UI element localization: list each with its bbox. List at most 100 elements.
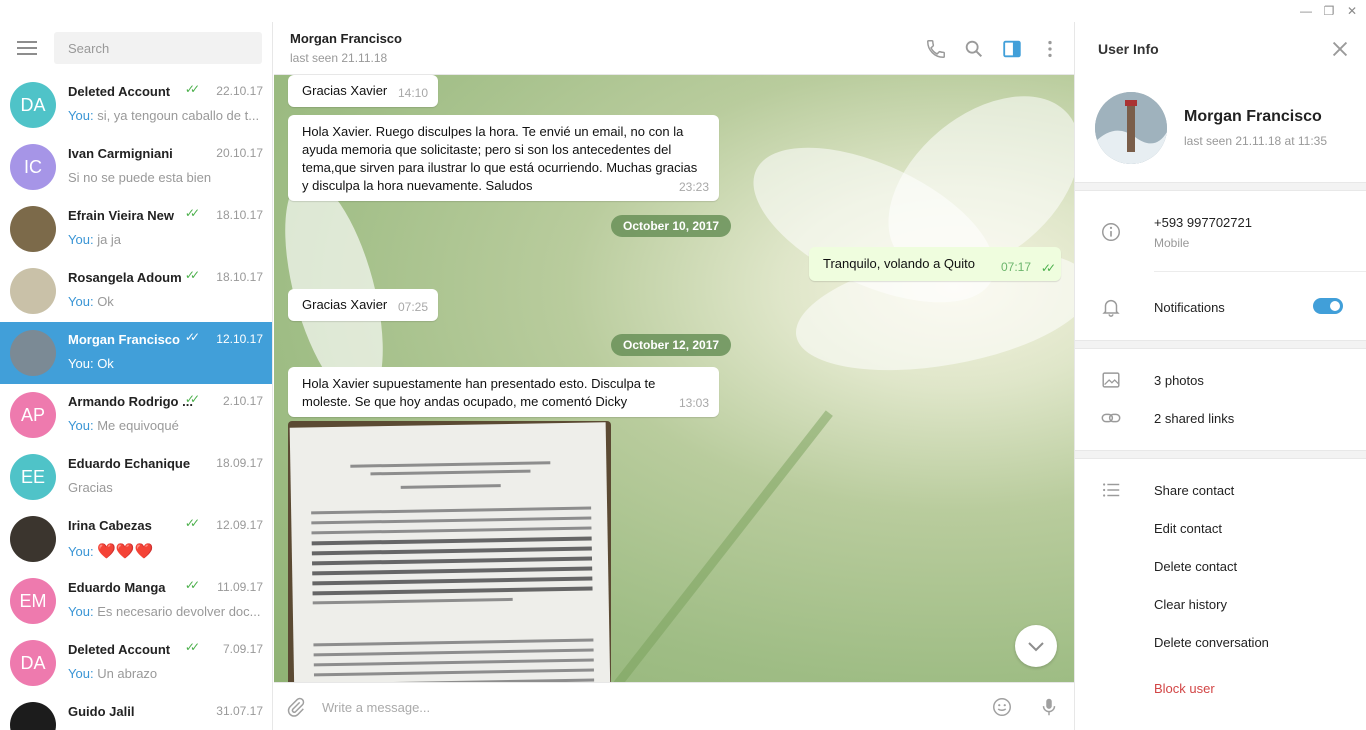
photo-attachment[interactable] (288, 421, 611, 682)
date-separator: October 10, 2017 (611, 215, 732, 237)
chat-preview: You: Es necesario devolver doc... (68, 604, 264, 619)
more-options-icon[interactable] (1039, 38, 1061, 60)
info-icon (1102, 223, 1120, 241)
you-label: You: (68, 356, 94, 371)
conversation-header[interactable]: Morgan Francisco last seen 21.11.18 (274, 22, 1074, 75)
maximize-icon[interactable]: ❐ (1319, 2, 1339, 20)
chat-preview-text: si, ya tengoun caballo de t... (97, 108, 260, 123)
chat-list-item[interactable]: Guido Jalil31.07.17me avisas para llamar… (0, 694, 272, 730)
chat-name: Efrain Vieira New (68, 208, 174, 223)
shared-links[interactable]: 2 shared links (1154, 411, 1234, 426)
action-edit-contact[interactable]: Edit contact (1154, 521, 1222, 536)
profile-last-seen: last seen 21.11.18 at 11:35 (1184, 134, 1327, 148)
chat-list-item[interactable]: Efrain Vieira New ✓✓ 18.10.17 You: ja ja (0, 198, 272, 260)
message-bubble[interactable]: Gracias Xavier 14:10 (288, 75, 438, 107)
chevron-down-icon (1028, 642, 1044, 652)
action-share-contact[interactable]: Share contact (1154, 483, 1234, 498)
shared-photos[interactable]: 3 photos (1154, 373, 1204, 388)
chat-list-item[interactable]: Rosangela Adoum ✓✓ 18.10.17 You: Ok (0, 260, 272, 322)
message-bubble[interactable]: Gracias Xavier 07:25 (288, 289, 438, 321)
chat-preview-text: Ok (97, 294, 114, 309)
search-input[interactable] (54, 32, 262, 64)
scroll-down-button[interactable] (1015, 625, 1057, 667)
action-delete-conversation[interactable]: Delete conversation (1154, 635, 1269, 650)
chat-date: 31.07.17 (216, 704, 263, 718)
chat-name: Irina Cabezas (68, 518, 152, 533)
message-composer (274, 682, 1074, 730)
phone-number[interactable]: +593 997702721 (1154, 215, 1252, 230)
phone-icon[interactable] (925, 38, 947, 60)
wallpaper-stem (604, 410, 833, 682)
avatar: EM (10, 578, 56, 624)
sidebar-toggle-icon[interactable] (1001, 38, 1023, 60)
minimize-icon[interactable]: — (1296, 2, 1316, 20)
read-check-icon: ✓✓ (184, 578, 200, 592)
chat-list-item[interactable]: EE Eduardo Echanique 18.09.17 Gracias (0, 446, 272, 508)
chat-list-item[interactable]: Irina Cabezas ✓✓ 12.09.17 You: ❤️❤️❤️ (0, 508, 272, 570)
message-area[interactable]: Gracias Xavier 14:10 Hola Xavier. Ruego … (274, 75, 1074, 682)
chat-name: Guido Jalil (68, 704, 135, 719)
conversation-title[interactable]: Morgan Francisco (290, 31, 402, 46)
chat-preview-text: Ok (97, 356, 114, 371)
you-label: You: (68, 666, 94, 681)
user-info-panel: User Info Morgan Francisco last seen 21.… (1074, 22, 1366, 730)
photo-icon (1102, 372, 1120, 388)
message-text: Hola Xavier supuestamente han presentado… (302, 376, 656, 409)
chat-date: 12.10.17 (216, 332, 263, 346)
message-input[interactable] (322, 695, 822, 719)
notifications-toggle[interactable] (1313, 298, 1343, 314)
chat-list-item[interactable]: EM Eduardo Manga ✓✓ 11.09.17 You: Es necesar… (0, 570, 272, 632)
chat-list-item[interactable]: IC Ivan Carmigniani 20.10.17 Si no se puede… (0, 136, 272, 198)
chat-name: Ivan Carmigniani (68, 146, 173, 161)
profile-avatar[interactable] (1095, 92, 1167, 164)
chat-list-item[interactable]: AP Armando Rodrigo ... ✓✓ 2.10.17 You: Me eq… (0, 384, 272, 446)
chat-date: 12.09.17 (216, 518, 263, 532)
read-check-icon: ✓✓ (184, 206, 200, 220)
chat-preview-text: ❤️❤️❤️ (97, 543, 154, 560)
menu-icon[interactable] (17, 41, 37, 55)
message-bubble-outgoing[interactable]: Tranquilo, volando a Quito 07:17 ✓✓ (809, 247, 1061, 281)
avatar (10, 268, 56, 314)
you-label: You: (68, 604, 94, 619)
action-clear-history[interactable]: Clear history (1154, 597, 1227, 612)
emoji-icon[interactable] (991, 696, 1013, 718)
close-icon[interactable] (1329, 38, 1351, 60)
chat-preview: You: si, ya tengoun caballo de t... (68, 108, 264, 123)
search-icon[interactable] (963, 38, 985, 60)
chat-date: 18.10.17 (216, 208, 263, 222)
chat-preview: You: Un abrazo (68, 666, 264, 681)
chat-preview-text: Me equivoqué (97, 418, 179, 433)
chat-preview: You: ja ja (68, 232, 264, 247)
chat-preview-text: Gracias (68, 480, 113, 495)
read-check-icon: ✓✓ (184, 268, 200, 282)
conversation-status: last seen 21.11.18 (290, 51, 388, 65)
message-bubble[interactable]: Hola Xavier supuestamente han presentado… (288, 367, 719, 417)
microphone-icon[interactable] (1038, 696, 1060, 718)
chat-preview: You: Ok (68, 356, 264, 371)
divider (1154, 271, 1366, 272)
date-separator: October 12, 2017 (611, 334, 732, 356)
chat-preview-text: Es necesario devolver doc... (97, 604, 261, 619)
avatar (10, 702, 56, 730)
chat-preview-text: ja ja (97, 232, 122, 247)
chat-preview-text: Si no se puede esta bien (68, 170, 212, 185)
message-bubble[interactable]: Hola Xavier. Ruego disculpes la hora. Te… (288, 115, 719, 201)
avatar (10, 206, 56, 252)
read-check-icon: ✓✓ (184, 516, 200, 530)
chat-list-item[interactable]: DA Deleted Account ✓✓ 22.10.17 You: si, ya t… (0, 74, 272, 136)
chat-date: 18.10.17 (216, 270, 263, 284)
chat-preview: Si no se puede esta bien (68, 170, 264, 185)
chat-name: Morgan Francisco (68, 332, 180, 347)
chat-list-item[interactable]: Morgan Francisco ✓✓ 12.10.17 You: Ok (0, 322, 272, 384)
attach-icon[interactable] (285, 696, 307, 718)
chat-list-item[interactable]: DA Deleted Account ✓✓ 7.09.17 You: Un abrazo (0, 632, 272, 694)
action-block-user[interactable]: Block user (1154, 681, 1215, 696)
section-divider (1075, 450, 1366, 459)
chat-name: Armando Rodrigo ... (68, 394, 193, 409)
action-delete-contact[interactable]: Delete contact (1154, 559, 1237, 574)
notifications-label: Notifications (1154, 300, 1225, 315)
chat-name: Deleted Account (68, 642, 171, 657)
close-window-icon[interactable]: ✕ (1342, 2, 1362, 20)
chat-date: 11.09.17 (217, 580, 263, 594)
avatar: IC (10, 144, 56, 190)
